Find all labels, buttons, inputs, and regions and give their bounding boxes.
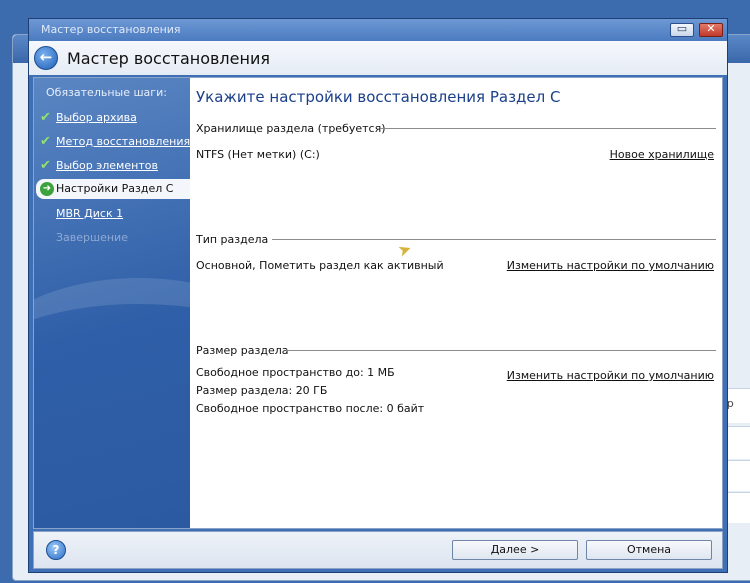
current-step-arrow-icon: ➜	[40, 182, 54, 196]
close-button[interactable]: ✕	[699, 22, 723, 37]
storage-value: NTFS (Нет метки) (C:)	[196, 148, 320, 161]
checkmark-icon: ✔	[40, 134, 51, 149]
help-icon: ?	[52, 543, 60, 557]
step-recovery-method[interactable]: ✔ Метод восстановления	[34, 132, 190, 152]
checkmark-icon: ✔	[40, 110, 51, 125]
partition-size: Размер раздела: 20 ГБ	[196, 384, 328, 397]
steps-heading: Обязательные шаги:	[46, 86, 167, 99]
help-button[interactable]: ?	[46, 540, 66, 560]
wizard-content: Обязательные шаги: ✔ Выбор архива ✔ Мето…	[33, 77, 723, 529]
steps-sidebar: Обязательные шаги: ✔ Выбор архива ✔ Мето…	[34, 78, 190, 528]
close-icon: ✕	[706, 22, 716, 35]
restore-button[interactable]: ▭	[670, 22, 694, 37]
partition-type-value: Основной, Пометить раздел как активный	[196, 259, 444, 272]
step-mbr-disk-1[interactable]: MBR Диск 1	[34, 204, 190, 224]
wizard-footer: ? Далее > Отмена	[33, 531, 723, 569]
step-label: Завершение	[56, 231, 128, 244]
recovery-wizard-dialog: Мастер восстановления ▭ ✕ ← Мастер восст…	[28, 18, 728, 573]
change-type-defaults-link[interactable]: Изменить настройки по умолчанию	[507, 259, 714, 272]
checkmark-icon: ✔	[40, 158, 51, 173]
step-label[interactable]: Метод восстановления	[56, 135, 190, 148]
wizard-title: Мастер восстановления	[67, 49, 270, 68]
free-space-before: Свободное пространство до: 1 МБ	[196, 366, 395, 379]
back-button[interactable]: ←	[34, 46, 58, 70]
section-divider	[272, 239, 716, 240]
titlebar: Мастер восстановления ▭ ✕	[29, 19, 727, 41]
step-archive-selection[interactable]: ✔ Выбор архива	[34, 108, 190, 128]
next-button[interactable]: Далее >	[452, 540, 578, 560]
free-space-after: Свободное пространство после: 0 байт	[196, 402, 425, 415]
cancel-button[interactable]: Отмена	[586, 540, 712, 560]
new-storage-link[interactable]: Новое хранилище	[610, 148, 714, 161]
step-label[interactable]: Выбор элементов	[56, 159, 158, 172]
step-finish: Завершение	[34, 228, 190, 248]
restore-icon: ▭	[676, 22, 688, 35]
window-title: Мастер восстановления	[41, 23, 181, 36]
back-arrow-icon: ←	[39, 48, 53, 66]
section-divider	[380, 128, 716, 129]
size-section-heading: Размер раздела	[196, 344, 289, 357]
change-size-defaults-link[interactable]: Изменить настройки по умолчанию	[507, 369, 714, 382]
storage-section-heading: Хранилище раздела (требуется)	[196, 122, 386, 135]
sidebar-decoration	[34, 278, 190, 464]
type-section-heading: Тип раздела	[196, 233, 269, 246]
page-title: Укажите настройки восстановления Раздел …	[196, 88, 561, 106]
step-label[interactable]: Выбор архива	[56, 111, 137, 124]
step-partition-c-settings[interactable]: ➜ Настройки Раздел C	[36, 179, 190, 199]
step-label: Настройки Раздел C	[56, 182, 174, 195]
step-label[interactable]: MBR Диск 1	[56, 207, 123, 220]
section-divider	[286, 350, 716, 351]
wizard-header: ← Мастер восстановления	[29, 41, 727, 75]
settings-panel: Укажите настройки восстановления Раздел …	[190, 78, 722, 528]
step-item-selection[interactable]: ✔ Выбор элементов	[34, 156, 190, 176]
mouse-cursor-icon: ➤	[395, 238, 415, 261]
